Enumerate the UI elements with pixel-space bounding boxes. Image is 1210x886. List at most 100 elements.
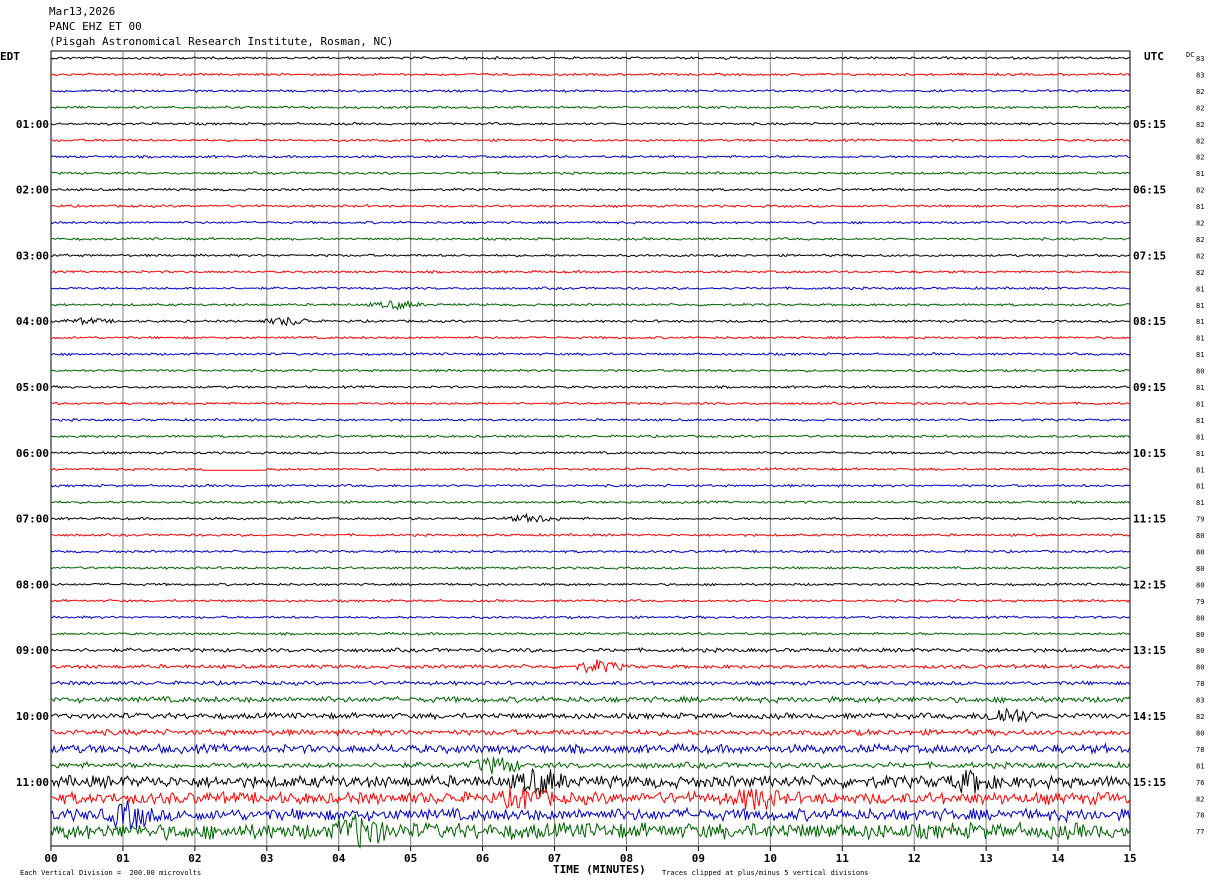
- dc-offset-label: 83: [1196, 71, 1204, 79]
- seismic-trace: [50, 170, 1130, 176]
- seismic-trace: [50, 203, 1130, 209]
- seismic-trace: [50, 512, 1130, 524]
- axis-labels: 00 01 02 03 04 05 06 07 08 09 10 11 12 13 14 1501:0002:…: [16, 55, 1205, 865]
- dc-offset-label: 80: [1196, 614, 1204, 622]
- utc-hour-label: 13:15: [1133, 644, 1166, 657]
- dc-offset-label: 83: [1196, 697, 1204, 705]
- dc-offset-label: 81: [1196, 170, 1204, 178]
- edt-hour-label: 02:00: [16, 184, 49, 197]
- dc-offset-label: 83: [1196, 55, 1204, 63]
- dc-offset-label: 77: [1196, 828, 1204, 836]
- dc-offset-label: 81: [1196, 400, 1204, 408]
- clip-note: Traces clipped at plus/minus 5 vertical …: [662, 869, 869, 877]
- utc-hour-label: 06:15: [1133, 184, 1166, 197]
- dc-offset-label: 81: [1196, 302, 1204, 310]
- dc-offset-label: 81: [1196, 466, 1204, 474]
- dc-offset-label: 81: [1196, 203, 1204, 211]
- seismic-trace: [50, 121, 1130, 126]
- seismic-trace: [50, 434, 1130, 439]
- utc-hour-label: 09:15: [1133, 381, 1166, 394]
- seismic-trace: [51, 335, 1130, 340]
- dc-offset-label: 82: [1196, 269, 1204, 277]
- x-tick-label: 06: [476, 852, 490, 865]
- edt-hour-label: 08:00: [16, 578, 49, 591]
- seismic-trace: [50, 220, 1130, 225]
- seismic-trace: [50, 138, 1130, 143]
- utc-hour-label: 07:15: [1133, 249, 1166, 262]
- seismic-trace: [51, 786, 1130, 810]
- dc-offset-label: 80: [1196, 581, 1204, 589]
- dc-offset-label: 81: [1196, 335, 1204, 343]
- x-tick-label: 02: [188, 852, 201, 865]
- edt-hour-label: 05:00: [16, 381, 49, 394]
- seismic-trace: [50, 756, 1130, 775]
- seismic-trace: [50, 800, 1130, 830]
- dc-offset-label: 79: [1196, 516, 1204, 524]
- seismic-trace: [50, 707, 1130, 724]
- seismic-trace: [50, 598, 1130, 603]
- seismic-trace: [50, 187, 1130, 192]
- dc-offset-label: 82: [1196, 154, 1204, 162]
- x-tick-label: 09: [692, 852, 705, 865]
- dc-offset-label: 81: [1196, 433, 1204, 441]
- dc-offset-label: 79: [1196, 598, 1204, 606]
- seismic-trace: [50, 615, 1130, 620]
- dc-offset-label: 82: [1196, 236, 1204, 244]
- seismic-trace: [50, 450, 1130, 455]
- x-tick-label: 05: [404, 852, 417, 865]
- seismogram-plot: 00 01 02 03 04 05 06 07 08 09 10 11 12 13 14 1501:0002:…: [16, 50, 1205, 865]
- x-tick-label: 10: [764, 852, 777, 865]
- dc-offset-label: 80: [1196, 565, 1204, 573]
- dc-offset-label: 81: [1196, 450, 1204, 458]
- edt-hour-label: 04:00: [16, 315, 49, 328]
- dc-offset-label: 82: [1196, 104, 1204, 112]
- utc-hour-label: 10:15: [1133, 447, 1166, 460]
- dc-offset-label: 81: [1196, 499, 1204, 507]
- seismic-trace: [50, 483, 1130, 488]
- dc-offset-label: 80: [1196, 368, 1204, 376]
- seismic-trace: [50, 659, 1130, 674]
- utc-hour-label: 08:15: [1133, 315, 1166, 328]
- seismic-trace: [51, 582, 1130, 587]
- x-tick-label: 11: [836, 852, 850, 865]
- x-tick-label: 14: [1051, 852, 1065, 865]
- dc-offset-label: 78: [1196, 746, 1204, 754]
- utc-hour-label: 14:15: [1133, 710, 1166, 723]
- dc-offset-label: 82: [1196, 88, 1204, 96]
- x-tick-label: 01: [116, 852, 130, 865]
- seismic-trace: [50, 286, 1130, 291]
- x-tick-label: 04: [332, 852, 346, 865]
- dc-offset-label: 81: [1196, 384, 1204, 392]
- utc-hour-label: 11:15: [1133, 513, 1166, 526]
- seismic-trace: [50, 566, 1130, 571]
- seismic-trace: [50, 352, 1130, 357]
- dc-offset-label: 80: [1196, 664, 1204, 672]
- seismic-trace: [50, 727, 1130, 738]
- dc-offset-label: 82: [1196, 713, 1204, 721]
- seismic-trace: [50, 500, 1130, 505]
- dc-offset-label: 76: [1196, 779, 1204, 787]
- seismic-trace: [50, 742, 1130, 756]
- seismic-trace: [50, 316, 1130, 327]
- seismic-traces: [50, 55, 1130, 849]
- dc-offset-label: 81: [1196, 762, 1204, 770]
- dc-offset-label: 80: [1196, 631, 1204, 639]
- dc-offset-label: 81: [1196, 318, 1204, 326]
- dc-offset-label: 81: [1196, 417, 1204, 425]
- utc-hour-label: 05:15: [1133, 118, 1166, 131]
- scale-note: Each Vertical Division = 200.00 microvol…: [20, 869, 202, 877]
- dc-offset-label: 78: [1196, 680, 1204, 688]
- x-tick-label: 13: [980, 852, 993, 865]
- seismic-trace: [51, 401, 1130, 406]
- dc-offset-label: 82: [1196, 795, 1204, 803]
- seismic-trace: [51, 532, 1130, 538]
- seismic-trace: [50, 253, 1130, 258]
- seismic-trace: [50, 299, 1130, 311]
- seismic-trace: [50, 236, 1130, 241]
- seismic-trace: [50, 384, 1130, 390]
- dc-offset-label: 82: [1196, 252, 1204, 260]
- edt-hour-label: 03:00: [16, 249, 49, 262]
- x-tick-label: 12: [908, 852, 921, 865]
- edt-hour-label: 09:00: [16, 644, 49, 657]
- x-tick-label: 00: [44, 852, 57, 865]
